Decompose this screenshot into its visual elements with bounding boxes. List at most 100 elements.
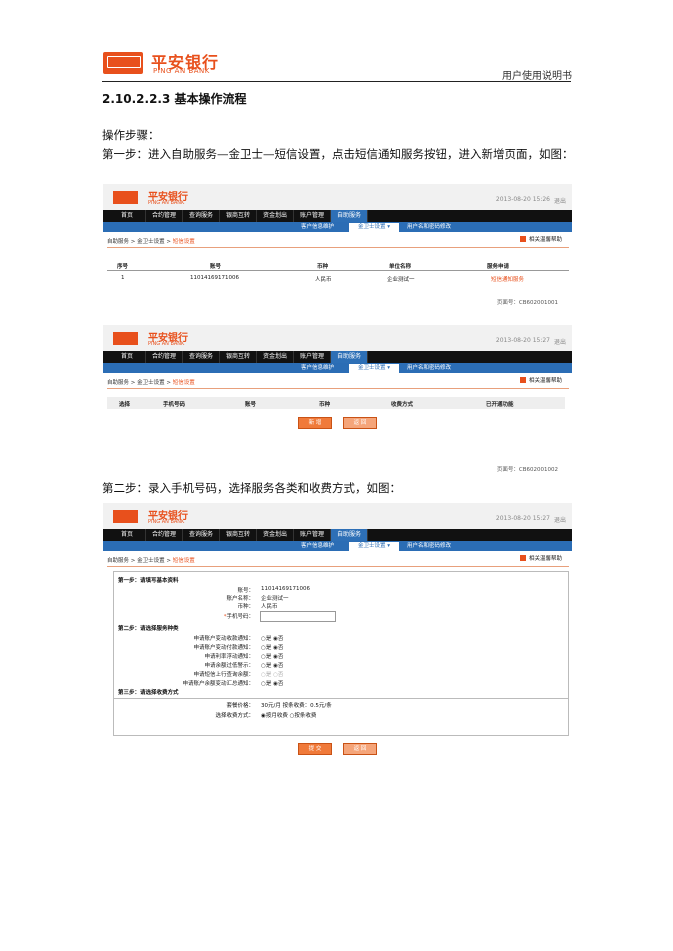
- nav-self-service[interactable]: 自助服务: [331, 210, 368, 222]
- nav-self-service[interactable]: 自助服务: [331, 351, 368, 363]
- crumb-jinweishi[interactable]: 金卫士设置: [137, 558, 165, 564]
- manual-title: 用户使用说明书: [502, 71, 572, 82]
- col-enabled: 已开通功能: [486, 402, 514, 408]
- subnav-jinweishi[interactable]: 金卫士设置 ▾: [349, 223, 399, 232]
- crumb-sms: 短信设置: [172, 558, 195, 564]
- nav-query[interactable]: 查询服务: [183, 529, 220, 541]
- submit-button[interactable]: 提 交: [298, 743, 332, 755]
- breadcrumb: 自助服务 > 金卫士设置 > 短信设置: [107, 380, 195, 386]
- nav-home[interactable]: 首页: [109, 351, 146, 363]
- nav-contract[interactable]: 合约管理: [146, 351, 183, 363]
- exit-link[interactable]: 退出: [554, 515, 566, 524]
- nav-contract[interactable]: 合约管理: [146, 210, 183, 222]
- app-bank-en: PING AN BANK: [148, 200, 185, 206]
- nav-account[interactable]: 账户管理: [294, 529, 331, 541]
- main-nav: 首页 合约管理 查询服务 银商互转 资金划出 账户管理 自助服务: [103, 529, 572, 541]
- currency-label: 币种：: [237, 604, 254, 610]
- sub-nav: 客户信息维护 金卫士设置 ▾ 用户名和密码修改: [103, 363, 572, 373]
- col-currency: 币种: [317, 264, 329, 270]
- crumb-jinweishi[interactable]: 金卫士设置: [137, 380, 165, 386]
- crumb-self-service[interactable]: 自助服务: [107, 380, 129, 386]
- exit-link[interactable]: 退出: [554, 196, 566, 205]
- service-radio-1[interactable]: ○是 ◉否: [261, 634, 283, 642]
- crumb-self-service[interactable]: 自助服务: [107, 558, 129, 564]
- crumb-self-service[interactable]: 自助服务: [107, 239, 129, 245]
- section-title: 2.10.2.2.3 基本操作流程: [102, 92, 247, 106]
- nav-query[interactable]: 查询服务: [183, 351, 220, 363]
- col-company: 单位名称: [389, 264, 412, 270]
- nav-transfer[interactable]: 银商互转: [220, 529, 257, 541]
- charge-method-radio[interactable]: ◉按月收费 ○按条收费: [261, 711, 316, 719]
- back-button[interactable]: 返 回: [343, 743, 377, 755]
- crumb-sms: 短信设置: [172, 239, 195, 245]
- sms-service-link[interactable]: 短信通知服务: [491, 275, 524, 283]
- step2-text: 第二步：录入手机号码，选择服务各类和收费方式，如图：: [102, 481, 401, 495]
- service-radio-6[interactable]: ○是 ◉否: [261, 679, 283, 687]
- nav-funds[interactable]: 资金划出: [257, 210, 294, 222]
- subnav-customer-info[interactable]: 客户信息维护: [301, 363, 334, 373]
- exit-link[interactable]: 退出: [554, 337, 566, 346]
- subnav-jinweishi[interactable]: 金卫士设置 ▾: [349, 542, 399, 551]
- subnav-password[interactable]: 用户名和密码修改: [407, 541, 451, 551]
- app-header: 平安银行 PING AN BANK 2013-08-20 15:27 退出: [103, 503, 572, 529]
- service-radio-2[interactable]: ○是 ◉否: [261, 643, 283, 651]
- app-header: 平安银行 PING AN BANK 2013-08-20 15:26 退出: [103, 184, 572, 210]
- row-account: 11014169171006: [190, 275, 239, 281]
- app-datetime: 2013-08-20 15:27: [495, 515, 550, 522]
- nav-self-service[interactable]: 自助服务: [331, 529, 368, 541]
- col-currency: 币种: [319, 402, 331, 408]
- account-name-value: 企业测试一: [261, 596, 289, 602]
- back-button[interactable]: 返 回: [343, 417, 377, 429]
- row-index: 1: [121, 275, 125, 281]
- subnav-password[interactable]: 用户名和密码修改: [407, 363, 451, 373]
- nav-home[interactable]: 首页: [109, 529, 146, 541]
- nav-query[interactable]: 查询服务: [183, 210, 220, 222]
- page-number: 页面号：CB602001002: [496, 467, 558, 473]
- sub-nav: 客户信息维护 金卫士设置 ▾ 用户名和密码修改: [103, 222, 572, 232]
- divider: [107, 566, 569, 567]
- divider: [107, 388, 569, 389]
- divider: [107, 247, 569, 248]
- nav-funds[interactable]: 资金划出: [257, 529, 294, 541]
- section-charge: 第三步：请选择收费方式: [118, 690, 179, 696]
- nav-contract[interactable]: 合约管理: [146, 529, 183, 541]
- col-service: 服务申请: [487, 264, 510, 270]
- help-link[interactable]: 相关温馨帮助: [520, 554, 562, 562]
- service-radio-4[interactable]: ○是 ◉否: [261, 661, 283, 669]
- header-rule: [102, 81, 571, 82]
- price-label: 套餐价格：: [226, 703, 254, 709]
- service-label-2: 申请账户变动付款通知：: [193, 645, 254, 651]
- subnav-customer-info[interactable]: 客户信息维护: [301, 541, 334, 551]
- nav-account[interactable]: 账户管理: [294, 351, 331, 363]
- add-button[interactable]: 新 增: [298, 417, 332, 429]
- app-header: 平安银行 PING AN BANK 2013-08-20 15:27 退出: [103, 325, 572, 351]
- subnav-jinweishi[interactable]: 金卫士设置 ▾: [349, 364, 399, 373]
- col-phone: 手机号码: [163, 402, 186, 408]
- service-label-1: 申请账户变动收款通知：: [193, 636, 254, 642]
- nav-transfer[interactable]: 银商互转: [220, 210, 257, 222]
- app-seal-logo: [113, 191, 138, 204]
- app-datetime: 2013-08-20 15:27: [495, 337, 550, 344]
- service-label-3: 申请利率浮动通知：: [204, 654, 254, 660]
- currency-value: 人民币: [261, 604, 278, 610]
- nav-account[interactable]: 账户管理: [294, 210, 331, 222]
- page-number: 页面号：CB602001001: [496, 300, 558, 306]
- nav-home[interactable]: 首页: [109, 210, 146, 222]
- nav-funds[interactable]: 资金划出: [257, 351, 294, 363]
- app-bank-en: PING AN BANK: [148, 519, 185, 525]
- service-radio-3[interactable]: ○是 ◉否: [261, 652, 283, 660]
- subnav-password[interactable]: 用户名和密码修改: [407, 222, 451, 232]
- account-label: 账号：: [237, 588, 254, 594]
- help-link[interactable]: 相关温馨帮助: [520, 376, 562, 384]
- screenshot-sms-list: 平安银行 PING AN BANK 2013-08-20 15:26 退出 首页…: [103, 184, 572, 308]
- crumb-jinweishi[interactable]: 金卫士设置: [137, 239, 165, 245]
- phone-input[interactable]: [260, 611, 336, 622]
- breadcrumb: 自助服务 > 金卫士设置 > 短信设置: [107, 558, 195, 564]
- charge-method-label: 选择收费方式：: [215, 713, 254, 719]
- main-nav: 首页 合约管理 查询服务 银商互转 资金划出 账户管理 自助服务: [103, 351, 572, 363]
- nav-transfer[interactable]: 银商互转: [220, 351, 257, 363]
- account-value: 11014169171006: [261, 586, 310, 592]
- subnav-customer-info[interactable]: 客户信息维护: [301, 222, 334, 232]
- help-link[interactable]: 相关温馨帮助: [520, 235, 562, 243]
- sub-nav: 客户信息维护 金卫士设置 ▾ 用户名和密码修改: [103, 541, 572, 551]
